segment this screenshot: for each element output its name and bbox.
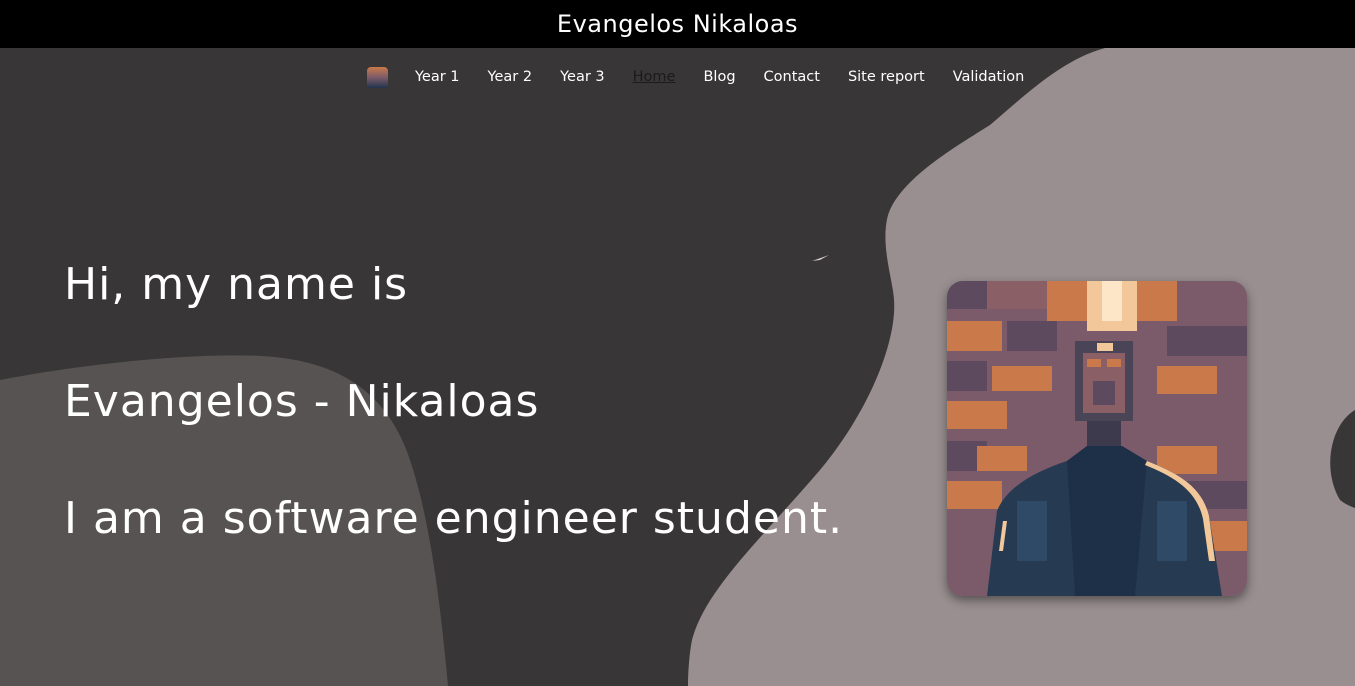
nav-item-blog[interactable]: Blog <box>703 69 735 85</box>
nav-item-year-1[interactable]: Year 1 <box>415 69 460 85</box>
hero-tagline: I am a software engineer student. <box>64 493 844 544</box>
avatar-icon[interactable] <box>367 66 388 88</box>
main-nav: Year 1 Year 2 Year 3 Home Blog Contact S… <box>0 62 1355 92</box>
hero-text: Hi, my name is Evangelos - Nikaloas I am… <box>64 256 843 607</box>
hero-name: Evangelos - Nikaloas <box>64 376 540 427</box>
hero-greeting: Hi, my name is <box>64 259 409 310</box>
nav-item-home[interactable]: Home <box>633 69 676 85</box>
nav-item-validation[interactable]: Validation <box>953 69 1025 85</box>
portrait-image <box>947 281 1247 596</box>
nav-item-year-3[interactable]: Year 3 <box>560 69 605 85</box>
nav-item-site-report[interactable]: Site report <box>848 69 925 85</box>
nav-item-contact[interactable]: Contact <box>764 69 820 85</box>
header-bar: Evangelos Nikaloas <box>0 0 1355 48</box>
nav-item-year-2[interactable]: Year 2 <box>488 69 533 85</box>
site-title: Evangelos Nikaloas <box>556 10 799 38</box>
